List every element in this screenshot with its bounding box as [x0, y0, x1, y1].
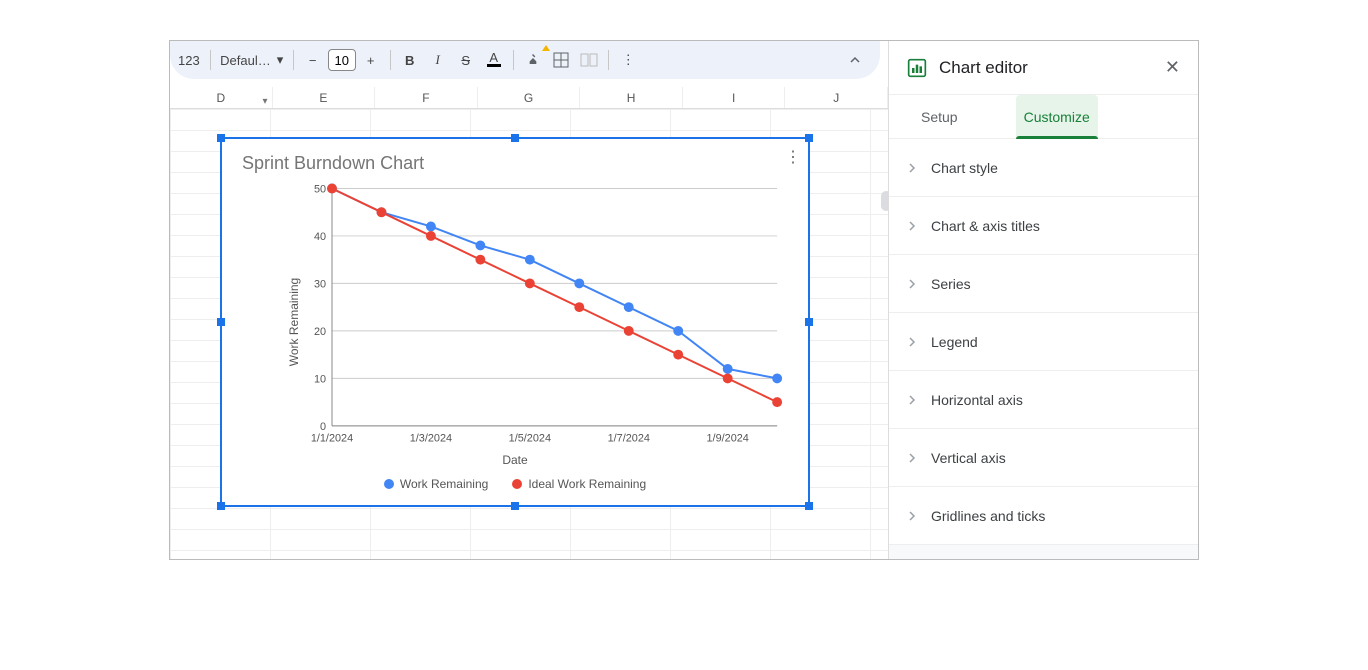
section-label: Chart style [931, 160, 998, 176]
column-header[interactable]: F [375, 87, 478, 108]
font-size-increase-button[interactable]: + [358, 47, 384, 73]
tab-setup[interactable]: Setup [913, 95, 966, 138]
section-horizontal-axis[interactable]: Horizontal axis [889, 371, 1198, 429]
toolbar-separator [608, 50, 609, 70]
legend-swatch [384, 479, 394, 489]
chevron-right-icon [907, 160, 917, 176]
svg-text:1/3/2024: 1/3/2024 [410, 433, 452, 445]
svg-text:20: 20 [314, 326, 326, 338]
x-axis-label: Date [222, 453, 808, 467]
section-label: Legend [931, 334, 978, 350]
svg-text:30: 30 [314, 278, 326, 290]
chart-editor-header: Chart editor ✕ [889, 41, 1198, 95]
svg-text:1/1/2024: 1/1/2024 [311, 433, 353, 445]
column-header[interactable]: H [580, 87, 683, 108]
chevron-right-icon [907, 450, 917, 466]
legend-item: Work Remaining [384, 477, 488, 491]
editor-tabs: Setup Customize [889, 95, 1198, 139]
svg-text:0: 0 [320, 421, 326, 433]
close-button[interactable]: ✕ [1165, 57, 1180, 78]
chart-editor-title: Chart editor [939, 58, 1153, 78]
column-header[interactable]: G [478, 87, 581, 108]
toolbar-separator [293, 50, 294, 70]
borders-icon [553, 52, 569, 68]
bold-button[interactable]: B [397, 47, 423, 73]
column-header[interactable]: D▾ [170, 87, 273, 108]
column-header[interactable]: I [683, 87, 786, 108]
section-legend[interactable]: Legend [889, 313, 1198, 371]
font-size-decrease-button[interactable]: − [300, 47, 326, 73]
font-family-dropdown[interactable]: Defaul… ▾ [217, 47, 287, 73]
chart-plot: 0 10 20 30 40 50 1/1/2024 1/3/2024 1/5/2024 1/7/2… [222, 139, 808, 505]
paint-bucket-icon [525, 52, 541, 68]
section-gridlines-and-ticks[interactable]: Gridlines and ticks [889, 487, 1198, 545]
toolbar: 123 Defaul… ▾ − + B I S A [170, 41, 880, 79]
toolbar-separator [210, 50, 211, 70]
chevron-right-icon [907, 218, 917, 234]
font-size-input[interactable] [328, 49, 356, 71]
font-family-label: Defaul… [220, 53, 271, 68]
sheet-area[interactable]: D▾EFGHIJ ⋮ Sprint Burndown Chart Work Re… [170, 87, 888, 559]
section-label: Horizontal axis [931, 392, 1023, 408]
section-series[interactable]: Series [889, 255, 1198, 313]
column-header[interactable]: E [273, 87, 376, 108]
svg-text:10: 10 [314, 373, 326, 385]
chevron-right-icon [907, 508, 917, 524]
scrollbar-thumb[interactable] [881, 191, 888, 211]
more-toolbar-button[interactable]: ⋮ [615, 47, 641, 73]
svg-text:1/9/2024: 1/9/2024 [707, 433, 749, 445]
svg-text:40: 40 [314, 231, 326, 243]
number-format-button[interactable]: 123 [174, 47, 204, 73]
italic-button[interactable]: I [425, 47, 451, 73]
column-header[interactable]: J [785, 87, 888, 108]
svg-text:50: 50 [314, 183, 326, 195]
section-chart-style[interactable]: Chart style [889, 139, 1198, 197]
chart-icon [907, 58, 927, 78]
chevron-right-icon [907, 276, 917, 292]
toolbar-separator [390, 50, 391, 70]
section-label: Series [931, 276, 971, 292]
legend-item: Ideal Work Remaining [512, 477, 646, 491]
chevron-up-icon [849, 54, 861, 66]
spreadsheet-pane: 123 Defaul… ▾ − + B I S A [170, 41, 888, 559]
legend-label: Work Remaining [400, 477, 488, 491]
borders-button[interactable] [548, 47, 574, 73]
legend-label: Ideal Work Remaining [528, 477, 646, 491]
app-window: 123 Defaul… ▾ − + B I S A [169, 40, 1199, 560]
section-label: Gridlines and ticks [931, 508, 1045, 524]
chevron-down-icon: ▾ [277, 52, 284, 68]
legend-swatch [512, 479, 522, 489]
section-chart-axis-titles[interactable]: Chart & axis titles [889, 197, 1198, 255]
toolbar-separator [513, 50, 514, 70]
chevron-right-icon [907, 334, 917, 350]
strikethrough-button[interactable]: S [453, 47, 479, 73]
collapse-toolbar-button[interactable] [842, 47, 868, 73]
column-headers: D▾EFGHIJ [170, 87, 888, 109]
svg-text:1/7/2024: 1/7/2024 [608, 433, 650, 445]
merge-cells-button[interactable] [576, 47, 602, 73]
fill-color-button[interactable] [520, 47, 546, 73]
text-color-button[interactable]: A [481, 47, 507, 73]
chart-legend: Work Remaining Ideal Work Remaining [222, 477, 808, 491]
section-label: Chart & axis titles [931, 218, 1040, 234]
embedded-chart[interactable]: ⋮ Sprint Burndown Chart Work Remaining 0… [220, 137, 810, 507]
customize-sections: Chart style Chart & axis titles Series Lege… [889, 139, 1198, 559]
tab-customize[interactable]: Customize [1016, 95, 1098, 138]
svg-text:1/5/2024: 1/5/2024 [509, 433, 551, 445]
chart-editor-panel: Chart editor ✕ Setup Customize Chart sty… [888, 41, 1198, 559]
section-vertical-axis[interactable]: Vertical axis [889, 429, 1198, 487]
merge-icon [580, 53, 598, 67]
chevron-right-icon [907, 392, 917, 408]
section-label: Vertical axis [931, 450, 1006, 466]
